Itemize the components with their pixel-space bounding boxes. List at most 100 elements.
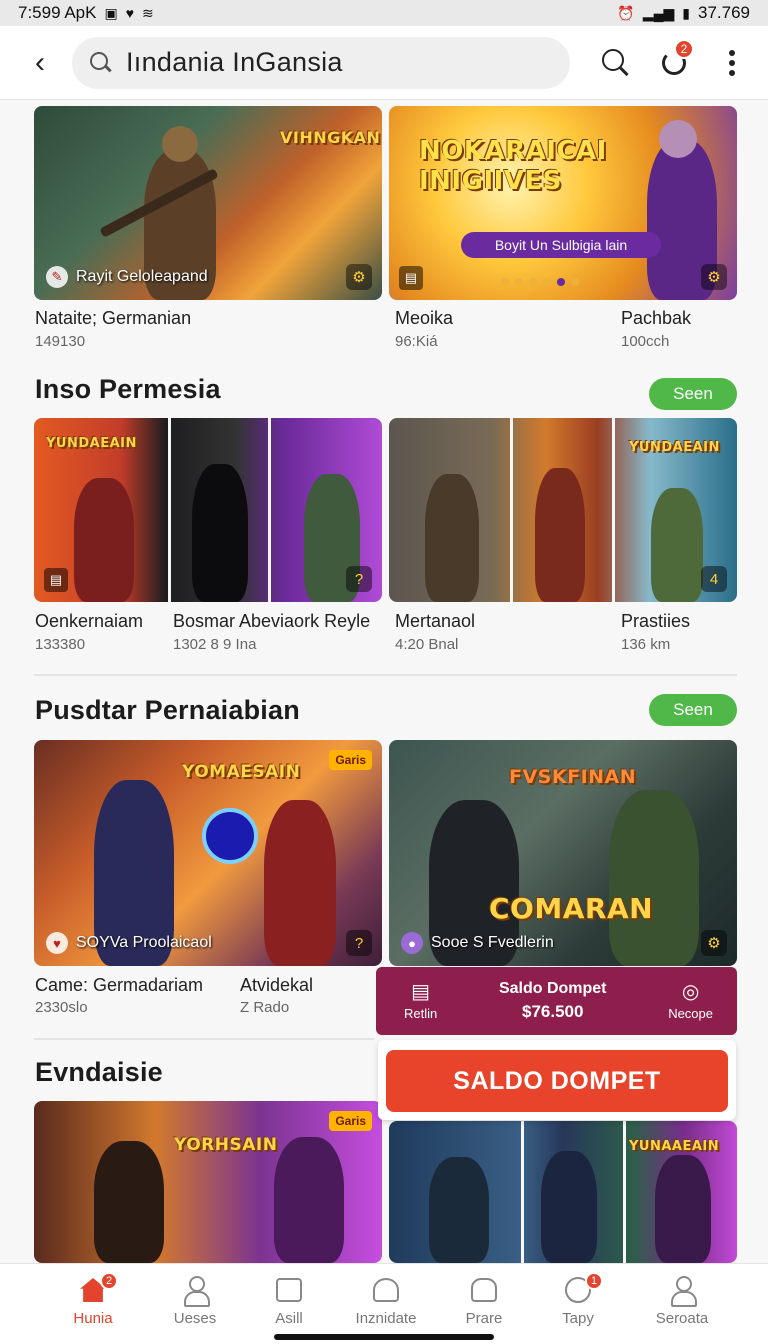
section-divider bbox=[34, 1038, 374, 1040]
game-card-image[interactable]: YORHSAIN Garis bbox=[34, 1101, 382, 1263]
card-subtitle: 2330slo bbox=[35, 999, 88, 1016]
search-input[interactable]: Iındania InGansia bbox=[126, 47, 343, 78]
nav-label: Ueses bbox=[173, 1310, 217, 1327]
nav-inznidate[interactable]: Inznidate bbox=[338, 1276, 434, 1327]
wallet-panel: ▤ Retlin Saldo Dompet $76.500 ◎ Necope bbox=[376, 967, 737, 1035]
card-title: Bosmar Abeviaork Reyle bbox=[173, 611, 371, 631]
wallet-left-label: Retlin bbox=[404, 1005, 438, 1021]
nav-seroata[interactable]: Seroata bbox=[634, 1276, 730, 1327]
house-outline-icon bbox=[373, 1278, 399, 1302]
card-art-title: YUNAAEAIN bbox=[629, 1139, 720, 1154]
coin-icon: ? bbox=[346, 566, 372, 592]
section-title: Evndaisie bbox=[35, 1057, 163, 1087]
section-divider bbox=[34, 674, 737, 676]
top-bar: ‹ Iındania InGansia 2 bbox=[0, 26, 768, 100]
card-art-subtitle: Boyit Un Sulbigia lain bbox=[461, 232, 661, 258]
card-subtitle: 100cch bbox=[621, 333, 670, 350]
nav-home[interactable]: 2 Hunia bbox=[45, 1272, 141, 1327]
wallet-scan-button[interactable]: ◎ Necope bbox=[668, 982, 713, 1021]
card-art-title: COMARAN bbox=[489, 892, 654, 925]
nav-users[interactable]: Ueses bbox=[147, 1276, 243, 1327]
card-art-title: YUNDAEAIN bbox=[629, 440, 720, 455]
game-card-image[interactable]: VIHNGKAN ✎ Rayit Geloleapand ⚙ bbox=[34, 106, 382, 300]
card-art-title: YUNDAEAIN bbox=[46, 436, 137, 451]
card-subtitle: 149130 bbox=[35, 333, 86, 350]
card-art-title: YORHSAIN bbox=[174, 1135, 278, 1155]
search-bar[interactable]: Iındania InGansia bbox=[72, 36, 570, 89]
nav-label: Tapy bbox=[562, 1310, 594, 1327]
wallet-title: Saldo Dompet bbox=[498, 980, 607, 997]
avatar-icon: ● bbox=[401, 932, 423, 954]
caption-text: SOYVa Proolaicaol bbox=[76, 934, 212, 951]
pin-icon: ✎ bbox=[46, 266, 68, 288]
notifications-button[interactable]: 2 bbox=[652, 38, 696, 85]
search-icon bbox=[90, 51, 112, 74]
nav-badge: 1 bbox=[585, 1272, 603, 1290]
card-art-title: YOMAESAIN bbox=[182, 762, 301, 782]
game-card-image[interactable]: FVSKFINAN COMARAN ● Sooe S Fvedlerin ⚙ bbox=[389, 740, 737, 966]
game-card-image[interactable]: NOKARAICAI INIGIIVES Boyit Un Sulbigia l… bbox=[389, 106, 737, 300]
battery-level: 37.769 bbox=[698, 3, 750, 22]
card-subtitle: 136 km bbox=[621, 636, 671, 653]
card-title: Pachbak bbox=[621, 308, 692, 328]
back-arrow-icon[interactable]: ‹ bbox=[20, 43, 60, 83]
carousel-dots bbox=[501, 278, 579, 286]
card-subtitle: 96:Kiá bbox=[395, 333, 438, 350]
nav-label: Prare bbox=[465, 1310, 503, 1327]
alarm-icon: ⏰ bbox=[617, 4, 635, 21]
saldo-dompet-button[interactable]: SALDO DOMPET bbox=[386, 1050, 728, 1112]
card-tag: Garis bbox=[329, 1111, 372, 1131]
card-caption: ✎ Rayit Geloleapand bbox=[46, 266, 208, 288]
wallet-return-button[interactable]: ▤ Retlin bbox=[404, 982, 437, 1021]
status-bar: 7:599 ApK ▣ ♥ ≋ ⏰ ▂▄▆ ▮ 37.769 bbox=[0, 0, 768, 26]
nav-label: Inznidate bbox=[355, 1310, 417, 1327]
bag-icon bbox=[471, 1278, 497, 1302]
list-icon: ▤ bbox=[411, 980, 431, 1003]
card-subtitle: 4:20 Bnal bbox=[395, 636, 459, 653]
card-subtitle: 1302 8 9 Ina bbox=[173, 636, 257, 653]
more-menu-icon[interactable] bbox=[710, 41, 754, 85]
card-tag: Garis bbox=[329, 750, 372, 770]
card-title: Prastiies bbox=[621, 611, 691, 631]
section-title: Inso Permesia bbox=[35, 374, 221, 404]
wallet-amount: $76.500 bbox=[521, 1002, 584, 1021]
notification-badge: 2 bbox=[674, 38, 694, 59]
gallery-icon: ▣ bbox=[104, 4, 118, 21]
profile-icon bbox=[669, 1276, 697, 1307]
gallery-icon: ▤ bbox=[399, 266, 423, 290]
nav-label: Seroata bbox=[655, 1310, 709, 1327]
search-button[interactable] bbox=[594, 41, 638, 85]
seen-button[interactable]: Seen bbox=[649, 378, 737, 410]
game-card-image[interactable]: YOMAESAIN Garis ♥ SOYVa Proolaicaol ? bbox=[34, 740, 382, 966]
heart-icon: ♥ bbox=[46, 932, 68, 954]
gallery-icon: ▤ bbox=[44, 568, 68, 592]
caption-text: Sooe S Fvedlerin bbox=[431, 934, 554, 951]
nav-tapy[interactable]: 1 Tapy bbox=[530, 1272, 626, 1327]
caption-text: Rayit Geloleapand bbox=[76, 268, 208, 285]
nav-asill[interactable]: Asill bbox=[241, 1276, 337, 1327]
document-icon bbox=[276, 1278, 302, 1302]
card-art-title: VIHNGKAN bbox=[280, 128, 381, 147]
heart-icon: ♥ bbox=[125, 5, 135, 21]
card-subtitle: Z Rado bbox=[240, 999, 290, 1016]
card-art-title: FVSKFINAN bbox=[509, 766, 637, 788]
coin-icon: 4 bbox=[701, 566, 727, 592]
nav-label: Asill bbox=[275, 1310, 303, 1327]
nav-badge: 2 bbox=[100, 1272, 118, 1290]
camera-icon: ◎ bbox=[681, 980, 700, 1003]
game-card-image[interactable]: YUNDAEAIN 4 bbox=[389, 418, 737, 602]
coin-icon: ⚙ bbox=[701, 930, 727, 956]
card-title: Nataite; Germanian bbox=[35, 308, 192, 328]
game-card-image[interactable]: YUNAAEAIN bbox=[389, 1121, 737, 1263]
coin-icon: ⚙ bbox=[346, 264, 372, 290]
status-time: 7:599 ApK bbox=[18, 3, 97, 22]
home-indicator[interactable] bbox=[274, 1334, 494, 1340]
battery-icon: ▮ bbox=[682, 4, 690, 21]
card-subtitle: 133380 bbox=[35, 636, 86, 653]
game-card-image[interactable]: YUNDAEAIN ▤ ? bbox=[34, 418, 382, 602]
user-icon bbox=[182, 1276, 210, 1307]
wallet-right-label: Necope bbox=[668, 1005, 713, 1021]
seen-button[interactable]: Seen bbox=[649, 694, 737, 726]
nav-prare[interactable]: Prare bbox=[436, 1276, 532, 1327]
wifi-icon: ≋ bbox=[142, 4, 154, 21]
